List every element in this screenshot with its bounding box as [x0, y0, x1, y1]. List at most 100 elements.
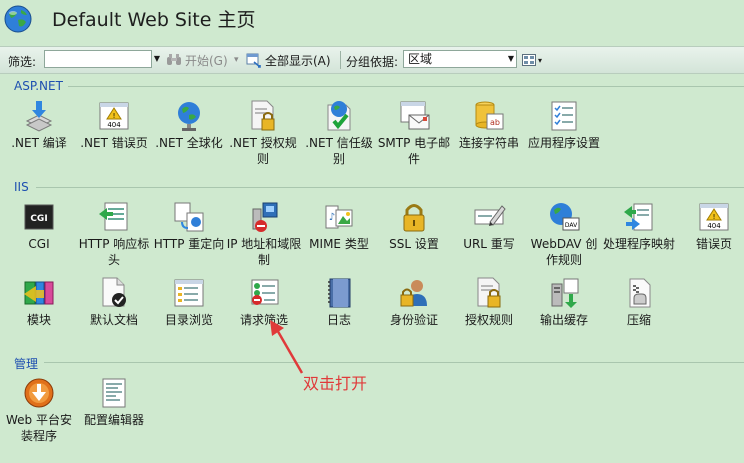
feature-label: 压缩: [626, 313, 651, 327]
user-lock-icon: [400, 280, 427, 307]
section-label: 管理: [14, 357, 39, 371]
section-divider: [68, 86, 744, 87]
feature-net-compilation[interactable]: .NET 编译: [1, 99, 77, 151]
compression-icon: [629, 278, 651, 308]
globe-icon: [4, 5, 32, 33]
svg-text:404: 404: [707, 222, 721, 230]
section-aspnet: ASP.NET: [0, 79, 744, 93]
feature-label: IP 地址和域限制: [226, 237, 302, 267]
start-button[interactable]: 开始(G): [166, 51, 228, 69]
svg-text:♪: ♪: [329, 212, 335, 223]
feature-net-trust-levels[interactable]: .NET 信任级别: [301, 99, 377, 167]
feature-configuration-editor[interactable]: 配置编辑器: [76, 376, 152, 428]
feature-label: SSL 设置: [389, 237, 439, 251]
annotation-text: 双击打开: [303, 374, 368, 393]
feature-compression[interactable]: 压缩: [601, 276, 677, 328]
globe-icon: [178, 102, 200, 131]
toolbar-separator: [340, 51, 341, 69]
binoculars-icon: [167, 54, 181, 65]
feature-output-caching[interactable]: 输出缓存: [526, 276, 602, 328]
feature-url-rewrite[interactable]: URL 重写: [451, 200, 527, 252]
feature-handler-mappings[interactable]: 处理程序映射: [601, 200, 677, 252]
show-all-button[interactable]: 全部显示(A): [246, 51, 331, 69]
view-dropdown-arrow: ▾: [538, 55, 543, 65]
feature-label: 授权规则: [464, 313, 513, 327]
directory-browsing-icon: [174, 279, 204, 307]
svg-text:ab: ab: [490, 118, 500, 127]
feature-net-globalization[interactable]: .NET 全球化: [151, 99, 227, 151]
checklist-icon: [551, 101, 577, 131]
request-filtering-icon: [251, 279, 279, 305]
database-text-icon: ab: [475, 101, 504, 130]
feature-smtp-email[interactable]: SMTP 电子邮件: [376, 99, 452, 167]
feature-authentication[interactable]: 身份验证: [376, 276, 452, 328]
feature-error-pages[interactable]: ! 404 错误页: [676, 200, 744, 252]
output-caching-icon: [551, 278, 579, 308]
feature-net-error-pages[interactable]: ! 404 .NET 错误页: [76, 99, 152, 151]
url-rewrite-icon: [474, 205, 506, 226]
feature-label: CGI: [28, 237, 50, 251]
svg-text:!: !: [713, 213, 716, 221]
page-title: Default Web Site 主页: [52, 9, 256, 31]
feature-webdav-authoring-rules[interactable]: DAV WebDAV 创作规则: [526, 200, 602, 268]
svg-text:DAV: DAV: [565, 222, 578, 229]
group-by-value: 区域: [408, 52, 433, 66]
email-icon: [400, 101, 430, 130]
feature-default-document[interactable]: 默认文档: [76, 276, 152, 328]
filter-toolbar: 筛选: ▼ 开始(G) ▾ 全部显示(A) 分组依据: 区域 ▼ ▾: [0, 46, 744, 74]
mime-types-icon: ♪: [325, 205, 353, 229]
start-button-label: 开始(G): [185, 53, 228, 68]
section-iis: IIS: [0, 180, 744, 194]
feature-label: 配置编辑器: [83, 413, 144, 427]
feature-http-redirect[interactable]: HTTP 重定向: [151, 200, 227, 252]
feature-label: URL 重写: [463, 237, 515, 251]
feature-label: Web 平台安装程序: [6, 413, 72, 443]
feature-label: .NET 编译: [11, 136, 67, 150]
filter-dropdown-button[interactable]: ▼: [152, 50, 162, 68]
feature-label: 身份验证: [389, 313, 438, 327]
configuration-editor-icon: [102, 378, 126, 408]
annotation-arrow: [270, 320, 304, 374]
group-by-select[interactable]: 区域 ▼: [403, 50, 517, 68]
feature-directory-browsing[interactable]: 目录浏览: [151, 276, 227, 328]
feature-label: 模块: [26, 313, 51, 327]
filter-input[interactable]: [44, 50, 152, 68]
feature-ssl-settings[interactable]: SSL 设置: [376, 200, 452, 252]
section-divider: [44, 362, 744, 363]
warning-404-icon: ! 404: [699, 203, 729, 231]
show-all-icon: [246, 53, 261, 68]
feature-http-response-headers[interactable]: HTTP 响应标头: [76, 200, 152, 268]
lock-icon: [403, 204, 425, 232]
document-lock-icon: [251, 100, 275, 131]
start-dropdown-arrow[interactable]: ▾: [234, 51, 239, 69]
feature-application-settings[interactable]: 应用程序设置: [526, 99, 602, 151]
feature-label: 应用程序设置: [527, 136, 600, 150]
section-label: ASP.NET: [14, 79, 63, 93]
header: Default Web Site 主页: [0, 0, 744, 44]
feature-label: 错误页: [695, 237, 732, 251]
feature-mime-types[interactable]: ♪ MIME 类型: [301, 200, 377, 252]
view-mode-button[interactable]: ▾: [522, 51, 546, 69]
group-by-label: 分组依据:: [346, 55, 399, 69]
feature-label: SMTP 电子邮件: [377, 136, 451, 166]
feature-modules[interactable]: 模块: [1, 276, 77, 328]
section-divider: [36, 187, 744, 188]
feature-net-authorization-rules[interactable]: .NET 授权规则: [225, 99, 301, 167]
feature-label: 输出缓存: [539, 313, 588, 327]
feature-label: .NET 全球化: [155, 136, 223, 150]
feature-label: 处理程序映射: [602, 237, 675, 251]
ip-restrictions-icon: [252, 202, 278, 232]
feature-label: .NET 错误页: [80, 136, 148, 150]
feature-authorization-rules[interactable]: 授权规则: [451, 276, 527, 328]
feature-connection-strings[interactable]: ab 连接字符串: [451, 99, 527, 151]
modules-icon: [24, 281, 54, 305]
feature-web-platform-installer[interactable]: Web 平台安装程序: [1, 376, 77, 444]
feature-cgi[interactable]: CGI CGI: [1, 200, 77, 252]
view-list-icon: [522, 54, 536, 66]
default-document-icon: [102, 277, 126, 307]
handler-mappings-icon: [624, 203, 653, 231]
webdav-icon: DAV: [550, 203, 580, 231]
feature-ip-domain-restrictions[interactable]: IP 地址和域限制: [226, 200, 302, 268]
show-all-label: 全部显示(A): [265, 53, 331, 68]
feature-label: MIME 类型: [309, 237, 369, 251]
